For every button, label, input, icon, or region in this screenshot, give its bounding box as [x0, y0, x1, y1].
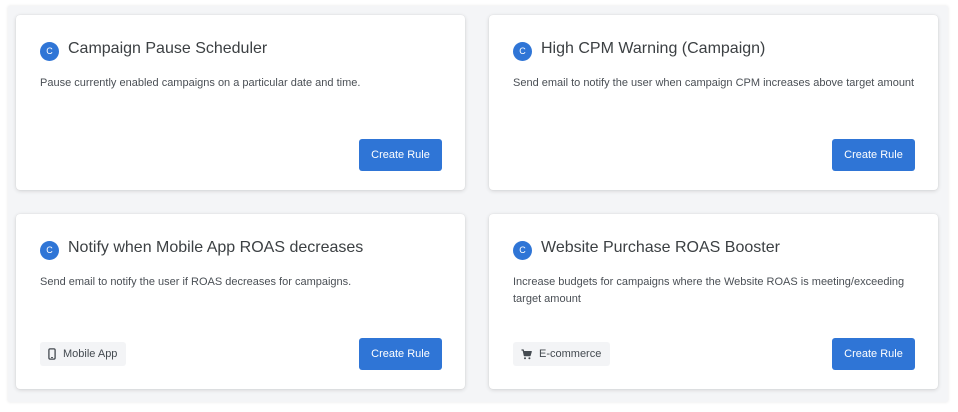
rule-description: Send email to notify the user if ROAS de… — [40, 276, 352, 288]
rule-card-website-purchase-roas: C Website Purchase ROAS Booster Increase… — [489, 214, 938, 389]
campaign-badge-icon: C — [40, 42, 59, 61]
rule-card-campaign-pause-scheduler: C Campaign Pause Scheduler Pause current… — [16, 15, 465, 190]
rule-description: Pause currently enabled campaigns on a p… — [40, 77, 361, 89]
campaign-badge-icon: C — [40, 241, 59, 260]
campaign-badge-icon: C — [513, 42, 532, 61]
rule-description: Increase budgets for campaigns where the… — [513, 276, 905, 305]
rule-title: Website Purchase ROAS Booster — [541, 239, 780, 256]
create-rule-button[interactable]: Create Rule — [832, 139, 915, 171]
create-rule-button[interactable]: Create Rule — [359, 139, 442, 171]
category-tag: E-commerce — [513, 342, 611, 366]
mobile-phone-icon — [48, 348, 56, 360]
create-rule-button[interactable]: Create Rule — [832, 338, 915, 370]
campaign-badge-icon: C — [513, 241, 532, 260]
rule-title: Notify when Mobile App ROAS decreases — [68, 239, 364, 256]
rule-description: Send email to notify the user when campa… — [513, 77, 915, 89]
rule-title: Campaign Pause Scheduler — [68, 40, 268, 57]
rule-title: High CPM Warning (Campaign) — [541, 40, 766, 57]
rule-card-high-cpm-warning: C High CPM Warning (Campaign) Send email… — [489, 15, 938, 190]
category-tag-label: E-commerce — [539, 348, 602, 360]
category-tag-label: Mobile App — [63, 348, 118, 360]
shopping-cart-icon — [521, 348, 532, 359]
create-rule-button[interactable]: Create Rule — [359, 338, 442, 370]
rule-card-mobile-app-roas: C Notify when Mobile App ROAS decreases … — [16, 214, 465, 389]
category-tag: Mobile App — [40, 342, 127, 366]
